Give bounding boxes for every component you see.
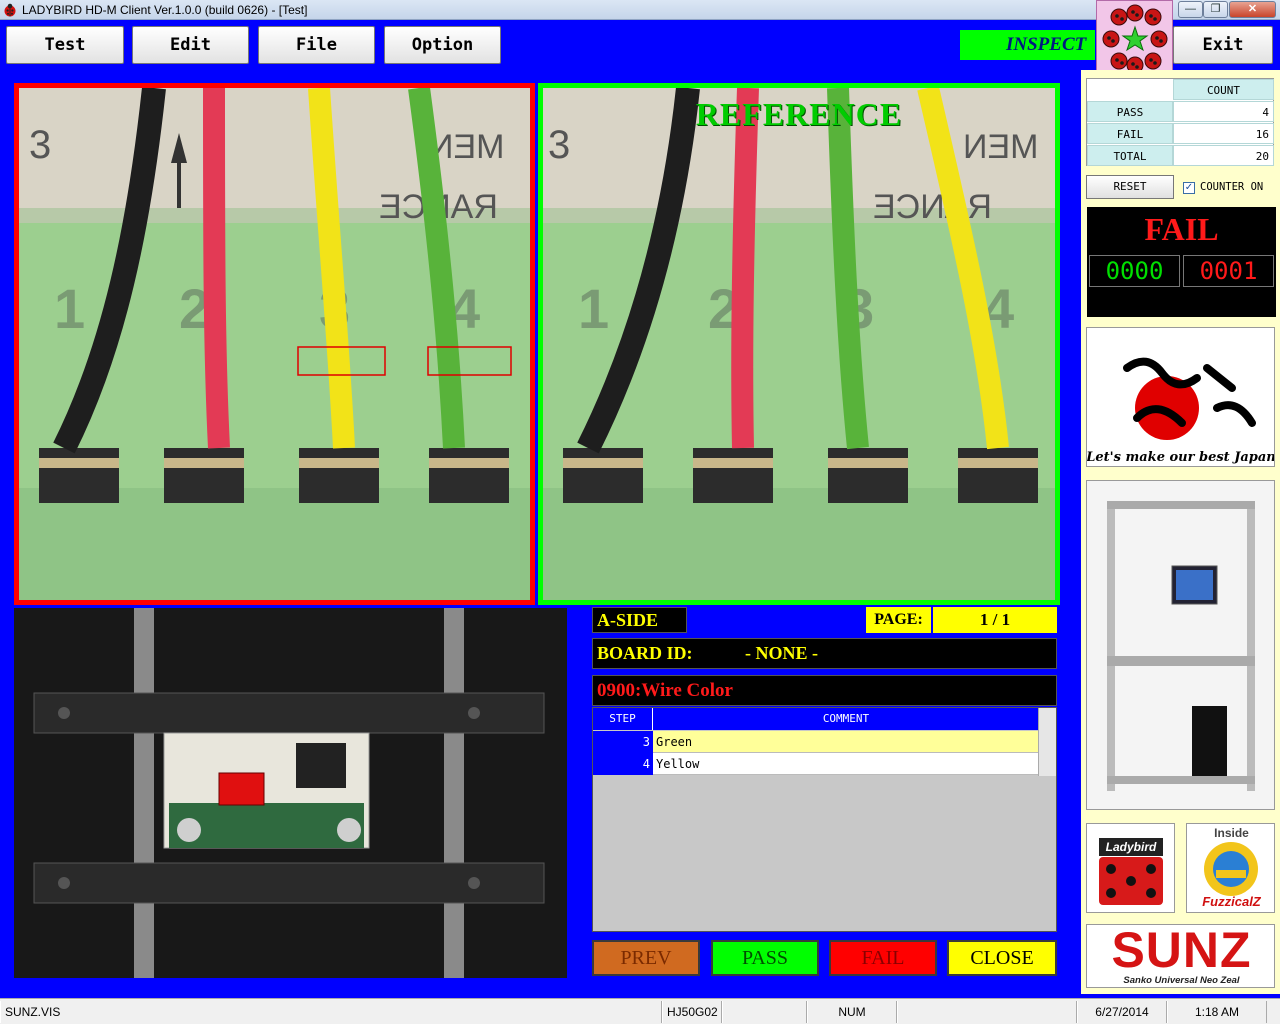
file-menu-button[interactable]: File <box>258 26 375 64</box>
step-comment: Yellow <box>653 753 1038 775</box>
window-title: LADYBIRD HD-M Client Ver.1.0.0 (build 06… <box>22 3 308 17</box>
maximize-button[interactable]: ❐ <box>1203 1 1228 18</box>
status-bar: SUNZ.VIS HJ50G02 NUM 6/27/2014 1:18 AM <box>0 998 1280 1024</box>
pass-count-value: 4 <box>1173 101 1274 122</box>
sunz-logo-text: SUNZ <box>1111 924 1252 978</box>
step-table-header: STEP COMMENT <box>593 708 1038 730</box>
ladybird-logo-text: Ladybird <box>1099 838 1163 856</box>
status-model: HJ50G02 <box>662 1001 722 1023</box>
fail-count-label: FAIL <box>1087 123 1173 144</box>
step-column-header[interactable]: STEP <box>593 708 653 730</box>
reset-button[interactable]: RESET <box>1086 175 1174 199</box>
option-menu-button[interactable]: Option <box>384 26 501 64</box>
total-count-value: 20 <box>1173 145 1274 166</box>
reference-image-frame[interactable]: 3 ƎƆИAЯ ИƎM 1 2 3 4 REFERENCE <box>538 83 1060 605</box>
fuzzicalz-text: FuzzicalZ <box>1202 894 1261 909</box>
app-window: LADYBIRD HD-M Client Ver.1.0.0 (build 06… <box>0 0 1280 1024</box>
prev-button[interactable]: PREV <box>592 940 700 976</box>
pass-count-label: PASS <box>1087 101 1173 122</box>
page-label: PAGE: <box>866 607 931 633</box>
sunz-logo: SUNZ Sanko Universal Neo Zeal <box>1086 924 1275 988</box>
comment-column-header[interactable]: COMMENT <box>654 708 1038 730</box>
step-table[interactable]: STEP COMMENT 3 Green 4 Yellow <box>592 707 1057 932</box>
pass-button[interactable]: PASS <box>711 940 819 976</box>
status-date: 6/27/2014 <box>1077 1001 1167 1023</box>
step-number: 4 <box>593 753 653 775</box>
japan-campaign-logo: Let's make our best Japan <box>1086 327 1275 467</box>
status-blank <box>722 1001 807 1023</box>
mode-indicator: INSPECT <box>960 30 1095 60</box>
ladybird-logo: Ladybird <box>1086 823 1175 913</box>
scale-marking-men: ИƎM <box>429 128 504 166</box>
fuzzicalz-logo: Inside FuzzicalZ <box>1186 823 1275 913</box>
total-count-label: TOTAL <box>1087 145 1173 166</box>
step-number: 3 <box>593 731 653 753</box>
count-header: COUNT <box>1173 79 1274 100</box>
page-value: 1 / 1 <box>933 607 1057 633</box>
step-comment: Green <box>653 731 1038 753</box>
exit-button[interactable]: Exit <box>1173 26 1273 64</box>
japan-logo-caption: Let's make our best Japan <box>1087 450 1275 465</box>
test-menu-button[interactable]: Test <box>6 26 124 64</box>
ref-terminal-label-1: 1 <box>578 277 609 340</box>
result-counter-left: 0000 <box>1089 255 1180 287</box>
inspection-image: 3 ƎƆИAЯ ИƎM 1 2 3 4 <box>19 88 530 600</box>
fail-count-value: 16 <box>1173 123 1274 144</box>
counter-on-checkbox[interactable]: ✓ <box>1183 182 1195 194</box>
ref-scale-marking-men: ИƎM <box>963 128 1038 166</box>
title-bar[interactable]: LADYBIRD HD-M Client Ver.1.0.0 (build 06… <box>0 0 1280 20</box>
ref-scale-marking-range: ƎƆИAЯ <box>873 188 992 226</box>
board-id-label: BOARD ID: <box>597 643 693 663</box>
close-button[interactable]: CLOSE <box>947 940 1057 976</box>
status-time: 1:18 AM <box>1167 1001 1267 1023</box>
ladybird-app-icon <box>4 3 16 17</box>
board-id-box: BOARD ID: - NONE - <box>592 638 1057 669</box>
fuzzicalz-inside-text: Inside <box>1214 826 1249 840</box>
board-id-value: - NONE - <box>745 643 818 663</box>
minimize-button[interactable]: — <box>1178 1 1203 18</box>
ladybird-badge-icon <box>1096 0 1173 77</box>
reference-image: 3 ƎƆИAЯ ИƎM 1 2 3 4 <box>543 88 1055 600</box>
status-blank-2 <box>897 1001 1077 1023</box>
table-row[interactable]: 3 Green <box>593 731 1038 753</box>
status-file: SUNZ.VIS <box>0 1001 662 1023</box>
sunz-tagline: Sanko Universal Neo Zeal <box>1123 975 1240 986</box>
close-window-button[interactable]: ✕ <box>1229 1 1276 18</box>
fail-button[interactable]: FAIL <box>829 940 937 976</box>
table-scrollbar[interactable] <box>1038 708 1056 776</box>
terminal-label-1: 1 <box>54 277 85 340</box>
table-row[interactable]: 4 Yellow <box>593 753 1038 775</box>
reference-label: REFERENCE <box>695 96 903 132</box>
result-panel: FAIL 0000 0001 <box>1087 207 1276 317</box>
counter-on-label: COUNTER ON <box>1200 181 1264 193</box>
scale-marking-3: 3 <box>29 123 51 167</box>
result-counter-right: 0001 <box>1183 255 1274 287</box>
step-name: 0900:Wire Color <box>592 675 1057 706</box>
status-num: NUM <box>807 1001 897 1023</box>
side-label: A-SIDE <box>592 607 687 633</box>
count-table: COUNT PASS 4 FAIL 16 TOTAL 20 <box>1086 78 1274 166</box>
inspection-station-photo <box>1086 480 1275 810</box>
board-overview-image[interactable] <box>14 608 567 978</box>
result-status: FAIL <box>1144 211 1219 247</box>
edit-menu-button[interactable]: Edit <box>132 26 249 64</box>
inspection-image-frame[interactable]: 3 ƎƆИAЯ ИƎM 1 2 3 4 <box>14 83 535 605</box>
